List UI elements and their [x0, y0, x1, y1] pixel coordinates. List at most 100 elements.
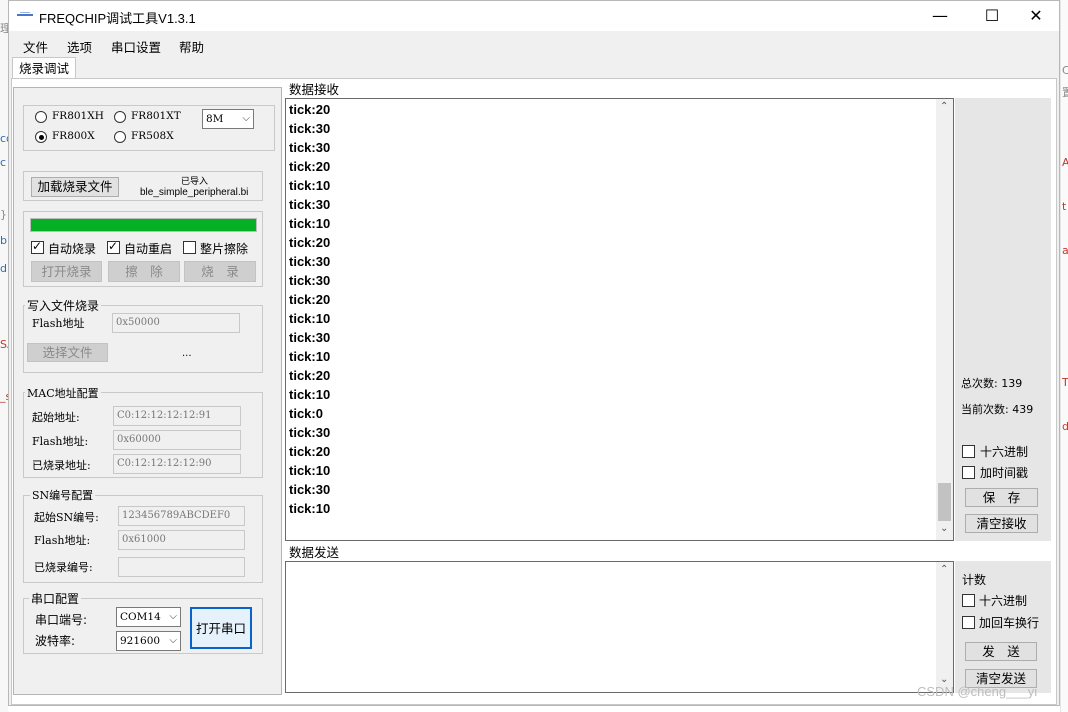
receive-textarea[interactable]: tick:20 tick:30 tick:30 tick:20 tick:10 tick:… — [285, 98, 954, 541]
load-file-group: 加载烧录文件 已导入 ble_simple_peripheral.bi — [23, 171, 263, 201]
crlf-checkbox[interactable] — [962, 616, 975, 629]
send-hex-checkbox[interactable] — [962, 594, 975, 607]
sn-burned-input[interactable] — [118, 557, 245, 577]
radio-fr801xh[interactable] — [35, 111, 47, 123]
radio-label: FR801XH — [52, 110, 104, 122]
radio-fr801xt[interactable] — [114, 111, 126, 123]
minimize-button[interactable]: — — [917, 1, 963, 31]
open-serial-button[interactable]: 打开串口 — [190, 607, 252, 649]
serial-port-value: COM14 — [120, 611, 161, 623]
bg-glyph: C — [1062, 64, 1068, 77]
chevron-down-icon: ⌵ — [242, 113, 250, 124]
receive-line: tick:10 — [289, 216, 331, 231]
radio-label: FR801XT — [131, 110, 181, 122]
title-bar: FREQCHIP调试工具V1.3.1 — ☐ ✕ — [9, 1, 1059, 31]
mac-start-label: 起始地址: — [32, 411, 80, 424]
send-hex-label: 十六进制 — [979, 594, 1028, 608]
send-textarea[interactable]: ⌃ ⌄ — [285, 561, 954, 693]
scroll-up-icon[interactable]: ⌃ — [940, 564, 948, 575]
auto-restart-checkbox[interactable] — [107, 239, 120, 254]
mac-flash-input[interactable]: 0x60000 — [113, 430, 241, 450]
recv-hex-checkbox[interactable] — [962, 445, 975, 458]
receive-line: tick:30 — [289, 273, 331, 288]
menu-serial-settings[interactable]: 串口设置 — [111, 37, 161, 56]
auto-burn-label: 自动烧录 — [48, 242, 97, 256]
erase-button[interactable]: 擦 除 — [108, 261, 180, 282]
flash-addr-label: Flash地址 — [32, 317, 85, 330]
send-side-panel: 计数 十六进制 加回车换行 发 送 清空发送 — [955, 561, 1051, 693]
group-title: 写入文件烧录 — [25, 297, 102, 314]
recv-hex-label: 十六进制 — [980, 445, 1029, 459]
receive-side-panel: 总次数: 139 当前次数: 439 十六进制 加时间戳 保 存 清空接收 — [955, 98, 1051, 541]
receive-line: tick:20 — [289, 235, 331, 250]
receive-section-title: 数据接收 — [289, 82, 340, 97]
radio-fr508x[interactable] — [114, 131, 126, 143]
receive-line: tick:10 — [289, 349, 331, 364]
load-status: 已导入 — [181, 177, 209, 187]
receive-line: tick:20 — [289, 292, 331, 307]
receive-line: tick:0 — [289, 406, 323, 421]
menu-file[interactable]: 文件 — [23, 37, 48, 56]
burn-group: 自动烧录 自动重启 整片擦除 打开烧录 擦 除 烧 录 — [23, 211, 263, 287]
receive-line: tick:30 — [289, 197, 331, 212]
sn-start-input[interactable]: 123456789ABCDEF0 — [118, 506, 245, 526]
menu-help[interactable]: 帮助 — [179, 37, 204, 56]
scroll-thumb[interactable] — [938, 483, 951, 521]
select-file-button[interactable]: 选择文件 — [27, 343, 108, 362]
sn-flash-input[interactable]: 0x61000 — [118, 530, 245, 550]
scroll-down-icon[interactable]: ⌄ — [940, 523, 948, 534]
load-burn-file-button[interactable]: 加载烧录文件 — [31, 177, 119, 197]
sn-flash-label: Flash地址: — [34, 534, 91, 547]
open-burn-button[interactable]: 打开烧录 — [31, 261, 102, 282]
timestamp-checkbox[interactable] — [962, 466, 975, 479]
receive-line: tick:10 — [289, 463, 331, 478]
baud-rate-select[interactable]: 921600 ⌵ — [116, 631, 181, 651]
loaded-file-name: ble_simple_peripheral.bi — [140, 187, 249, 198]
burn-progress-bar — [30, 218, 257, 232]
app-icon — [17, 12, 33, 16]
selected-file-name: ... — [182, 348, 192, 359]
receive-line: tick:20 — [289, 102, 331, 117]
flash-size-select[interactable]: 8M ⌵ — [202, 109, 254, 129]
group-title: SN编号配置 — [30, 487, 96, 503]
bg-glyph: T — [1062, 376, 1068, 389]
chip-select-group: FR801XH FR801XT FR800X FR508X 8M ⌵ — [23, 105, 275, 151]
bg-glyph: A — [1062, 156, 1068, 169]
receive-line: tick:30 — [289, 330, 331, 345]
progress-fill — [31, 219, 256, 231]
serial-port-select[interactable]: COM14 ⌵ — [116, 607, 181, 627]
background-editor-right: C 置 A t a T d — [1060, 0, 1068, 712]
auto-burn-checkbox[interactable] — [31, 239, 44, 254]
bg-glyph: d — [1062, 420, 1068, 433]
bg-glyph: d — [0, 262, 7, 275]
menu-bar: 文件 选项 串口设置 帮助 — [9, 33, 1059, 55]
send-section-title: 数据发送 — [289, 545, 340, 560]
menu-options[interactable]: 选项 — [67, 37, 92, 56]
send-button[interactable]: 发 送 — [965, 642, 1037, 661]
tab-burn-debug[interactable]: 烧录调试 — [12, 57, 77, 80]
full-erase-checkbox[interactable] — [183, 241, 196, 254]
mac-burned-input[interactable]: C0:12:12:12:12:90 — [113, 454, 241, 474]
burn-button[interactable]: 烧 录 — [184, 261, 256, 282]
bg-glyph: a — [1062, 244, 1068, 257]
mac-start-input[interactable]: C0:12:12:12:12:91 — [113, 406, 241, 426]
chevron-down-icon: ⌵ — [169, 611, 177, 622]
baud-rate-label: 波特率: — [35, 634, 76, 648]
background-editor-left: 理 co c } b d SA _s — [0, 0, 15, 712]
mac-burned-label: 已烧录地址: — [32, 459, 91, 472]
write-flash-addr-input[interactable]: 0x50000 — [112, 313, 240, 333]
radio-fr800x[interactable] — [35, 131, 47, 143]
receive-line: tick:30 — [289, 121, 331, 136]
receive-line: tick:10 — [289, 178, 331, 193]
sn-start-label: 起始SN编号: — [34, 511, 99, 524]
send-scrollbar[interactable]: ⌃ ⌄ — [936, 562, 953, 692]
count-label: 计数 — [962, 573, 987, 587]
receive-scrollbar[interactable]: ⌃ ⌄ — [936, 99, 953, 540]
close-button[interactable]: ✕ — [1013, 1, 1059, 31]
save-button[interactable]: 保 存 — [965, 488, 1038, 507]
maximize-button[interactable]: ☐ — [969, 1, 1015, 31]
group-title: MAC地址配置 — [25, 385, 101, 401]
clear-receive-button[interactable]: 清空接收 — [965, 514, 1038, 533]
scroll-up-icon[interactable]: ⌃ — [940, 101, 948, 112]
bg-glyph: t — [1062, 200, 1067, 213]
